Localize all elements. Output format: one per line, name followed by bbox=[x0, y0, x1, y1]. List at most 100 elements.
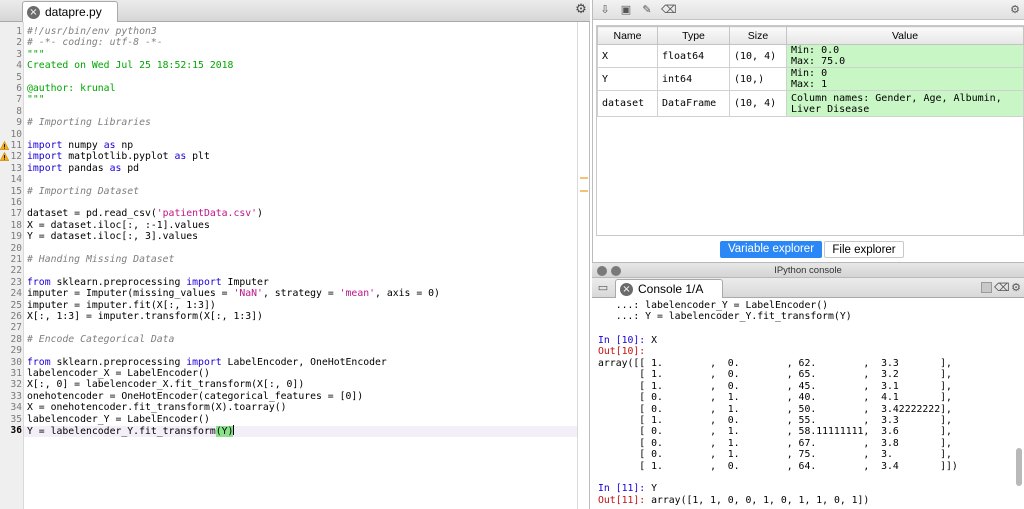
matched-parenthesis: (Y) bbox=[215, 426, 234, 437]
code-line: Y = labelencoder_Y.fit_transform(Y) bbox=[27, 425, 235, 437]
column-header-name[interactable]: Name bbox=[597, 26, 658, 45]
code-line: """ bbox=[27, 94, 45, 105]
gear-icon[interactable]: ⚙ bbox=[574, 3, 588, 17]
line-number: 30 bbox=[10, 356, 22, 368]
column-header-value[interactable]: Value bbox=[786, 26, 1024, 45]
code-string: """ bbox=[27, 94, 45, 106]
code-line: imputer = imputer.fit(X[:, 1:3]) bbox=[27, 300, 216, 311]
variable-type: float64 bbox=[657, 44, 730, 68]
folder-icon[interactable]: ▭ bbox=[596, 281, 610, 295]
code-line: Created on Wed Jul 25 18:52:15 2018 bbox=[27, 60, 233, 71]
gear-icon[interactable]: ⚙ bbox=[1008, 3, 1022, 17]
tab-file-explorer[interactable]: File explorer bbox=[824, 241, 904, 258]
console-line: [ 1. , 0. , 64. , 3.4 ]]) bbox=[598, 461, 958, 472]
gear-icon[interactable]: ⚙ bbox=[1009, 281, 1023, 295]
line-number: 10 bbox=[10, 128, 22, 140]
code-line: from sklearn.preprocessing import Impute… bbox=[27, 277, 269, 288]
console-text: [ 1. , 0. , 64. , 3.4 ]]) bbox=[598, 460, 958, 472]
variable-size: (10, 4) bbox=[729, 44, 787, 68]
stop-icon[interactable] bbox=[981, 282, 992, 293]
close-icon[interactable]: × bbox=[27, 6, 40, 19]
save-as-icon[interactable]: ✎ bbox=[640, 3, 654, 17]
code-string: @author: krunal bbox=[27, 83, 116, 94]
variable-row[interactable]: dataset DataFrame (10, 4) Column names: Gen… bbox=[597, 90, 1024, 117]
line-number: 33 bbox=[10, 390, 22, 402]
editor-tab-datapre[interactable]: × datapre.py bbox=[22, 1, 118, 22]
import-data-icon[interactable]: ⇩ bbox=[598, 3, 612, 17]
code-line: X[:, 0] = labelencoder_X.fit_transform(X… bbox=[27, 379, 304, 390]
console-line: [ 0. , 1. , 58.11111111, 3.6 ], bbox=[598, 426, 952, 437]
line-number: 7 bbox=[16, 94, 22, 106]
console-text: [ 1. , 0. , 45. , 3.1 ], bbox=[598, 380, 952, 392]
variable-table: Name Type Size Value Xfloat64 (10, 4) Min:… bbox=[597, 26, 1024, 117]
code-string: Created on Wed Jul 25 18:52:15 2018 bbox=[27, 60, 234, 72]
code-token: , strategy = bbox=[262, 288, 340, 300]
code-line: # Handing Missing Dataset bbox=[27, 254, 174, 265]
scroll-warning-marker bbox=[580, 177, 588, 179]
console-text: [ 1. , 0. , 55. , 3.3 ], bbox=[598, 415, 952, 426]
column-header-type[interactable]: Type bbox=[657, 26, 730, 45]
line-number: 3 bbox=[16, 48, 22, 60]
code-token: np bbox=[115, 140, 134, 151]
code-token: X[:, 0] = labelencoder_X.fit_transform(X… bbox=[27, 379, 305, 391]
console-line: array([[ 1. , 0. , 62. , 3.3 ], bbox=[598, 358, 952, 369]
code-area[interactable]: #!/usr/bin/env python3 # -*- coding: utf-… bbox=[24, 22, 577, 509]
code-token: labelencoder_X = LabelEncoder() bbox=[27, 368, 210, 379]
console-window-titlebar: IPython console bbox=[592, 262, 1024, 278]
console-output[interactable]: ...: labelencoder_Y = LabelEncoder() ...… bbox=[592, 298, 1024, 509]
code-token: Y = dataset.iloc[:, 3].values bbox=[27, 231, 199, 243]
line-number: 24 bbox=[10, 288, 22, 300]
code-line: # -*- coding: utf-8 -*- bbox=[27, 37, 163, 48]
warning-icon[interactable] bbox=[0, 141, 9, 150]
console-line: [ 0. , 1. , 67. , 3.8 ], bbox=[598, 438, 952, 449]
code-token: Imputer bbox=[221, 276, 269, 288]
variable-type: int64 bbox=[657, 67, 730, 91]
code-comment: # Importing Libraries bbox=[27, 117, 151, 129]
code-token: dataset = pd.read_csv( bbox=[27, 208, 157, 220]
variable-table-area: Name Type Size Value Xfloat64 (10, 4) Min:… bbox=[596, 25, 1024, 236]
close-icon[interactable]: × bbox=[620, 283, 633, 296]
console-tab[interactable]: × Console 1/A bbox=[615, 279, 723, 298]
eraser-icon[interactable]: ⌫ bbox=[661, 3, 677, 17]
code-line: labelencoder_Y = LabelEncoder() bbox=[27, 414, 210, 425]
code-string: 'patientData.csv' bbox=[156, 208, 258, 220]
line-number: 6 bbox=[16, 83, 22, 94]
code-keyword: import bbox=[27, 140, 63, 151]
variable-value: Min: 0.0 Max: 75.0 bbox=[786, 44, 1024, 68]
column-header-size[interactable]: Size bbox=[729, 26, 787, 45]
console-window-title: IPython console bbox=[774, 265, 842, 276]
line-number: 2 bbox=[16, 37, 22, 49]
code-line: # Encode Categorical Data bbox=[27, 334, 174, 345]
line-number: 31 bbox=[10, 368, 22, 379]
console-text: ...: Y = labelencoder_Y.fit_transform(Y) bbox=[598, 311, 852, 323]
code-token: onehotencoder = OneHotEncoder(categorica… bbox=[27, 390, 364, 402]
scroll-warning-marker bbox=[580, 190, 588, 192]
line-number: 14 bbox=[10, 174, 22, 186]
console-tabbar: ▭ × Console 1/A ⌫ ⚙ bbox=[592, 278, 1024, 298]
editor-scrollbar[interactable] bbox=[578, 22, 590, 509]
console-line: Out[11]: array([1, 1, 0, 0, 1, 0, 1, 1, … bbox=[598, 495, 869, 506]
variable-explorer-pane: ⇩ ▣ ✎ ⌫ ⚙ Name Type Size Value Xfloat64(… bbox=[592, 0, 1024, 262]
code-keyword: from bbox=[27, 356, 51, 368]
warning-icon[interactable] bbox=[0, 152, 9, 162]
code-keyword: import bbox=[27, 151, 63, 163]
code-token: , axis = 0) bbox=[375, 288, 440, 300]
eraser-icon[interactable]: ⌫ bbox=[994, 281, 1010, 295]
variable-explorer-tabs: Variable explorer File explorer bbox=[593, 239, 1024, 259]
console-text: [ 0. , 1. , 58.11111111, 3.6 ], bbox=[598, 426, 952, 438]
console-line: ...: labelencoder_Y = LabelEncoder() bbox=[598, 300, 828, 311]
code-line: X[:, 1:3] = imputer.transform(X[:, 1:3]) bbox=[27, 311, 263, 322]
variable-value: Column names: Gender, Age, Albumin, Liver… bbox=[786, 90, 1024, 117]
code-line: Y = dataset.iloc[:, 3].values bbox=[27, 231, 198, 242]
tab-variable-explorer[interactable]: Variable explorer bbox=[720, 241, 822, 258]
line-number: 17 bbox=[10, 208, 22, 220]
code-line: import matplotlib.pyplot as plt bbox=[27, 151, 210, 162]
console-text: [ 0. , 1. , 67. , 3.8 ], bbox=[598, 437, 952, 449]
console-scrollbar[interactable] bbox=[1016, 448, 1022, 486]
code-string: 'NaN' bbox=[233, 288, 263, 300]
save-data-icon[interactable]: ▣ bbox=[619, 3, 633, 17]
variable-row[interactable]: Yint64 (10,) Min: 0 Max: 1 bbox=[597, 67, 1024, 91]
code-keyword: import bbox=[186, 356, 222, 368]
variable-value-line: Min: 0.0 bbox=[791, 45, 840, 56]
variable-row[interactable]: Xfloat64 (10, 4) Min: 0.0 Max: 75.0 bbox=[597, 44, 1024, 68]
